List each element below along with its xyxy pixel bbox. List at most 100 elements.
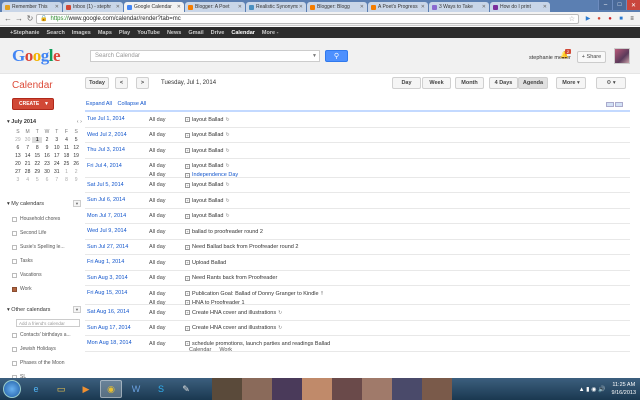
mini-calendar-day[interactable]: 29 [32, 169, 42, 175]
gbar-item[interactable]: Gmail [188, 30, 203, 36]
browser-tab[interactable]: How do I print ✕ [490, 2, 550, 12]
expand-event-icon[interactable]: + [185, 291, 190, 296]
mini-calendar-day[interactable]: 15 [32, 153, 42, 159]
mini-calendar-day[interactable]: 20 [13, 161, 23, 167]
mini-calendar-day[interactable]: 29 [13, 137, 23, 143]
gbar-item[interactable]: News [167, 30, 181, 36]
thumbnail[interactable] [332, 378, 362, 400]
agenda-date[interactable]: Thu Jul 3, 2014 [87, 147, 125, 153]
other-calendars-options-chevron-icon[interactable]: ▼ [73, 306, 81, 313]
calendar-list-item[interactable]: Susie's Spelling le... [12, 244, 65, 250]
thumbnail[interactable] [272, 378, 302, 400]
agenda-event[interactable]: All day + layout Ballad ↻ [149, 212, 619, 221]
calendar-color-checkbox[interactable] [12, 216, 17, 222]
internet-explorer-icon[interactable]: e [25, 380, 47, 398]
calendar-color-checkbox[interactable] [12, 258, 17, 264]
skype-icon[interactable]: S [150, 380, 172, 398]
agenda-date[interactable]: Mon Jul 7, 2014 [87, 213, 126, 219]
thumbnail[interactable] [392, 378, 422, 400]
expand-event-icon[interactable]: + [185, 229, 190, 234]
mini-calendar-day[interactable]: 11 [62, 145, 72, 151]
event-name[interactable]: ballad to proofreader round 2 [192, 229, 263, 235]
agenda-event[interactable]: All day + layout Ballad ↻ [149, 196, 619, 205]
my-calendars-header[interactable]: ▾ My calendars [7, 201, 44, 207]
agenda-date[interactable]: Sun Aug 3, 2014 [87, 275, 128, 281]
mini-calendar-day[interactable]: 30 [42, 169, 52, 175]
mini-calendar-day[interactable]: 3 [52, 137, 62, 143]
file-explorer-icon[interactable]: ▭ [50, 380, 72, 398]
google-logo[interactable]: Google [12, 46, 61, 66]
thumbnail[interactable] [242, 378, 272, 400]
event-name[interactable]: layout Ballad [192, 163, 224, 169]
agenda-event[interactable]: All day + layout Ballad ↻ [149, 131, 619, 140]
event-name[interactable]: layout Ballad [192, 198, 224, 204]
add-friend-calendar-input[interactable]: Add a friend's calendar [16, 319, 80, 327]
mini-calendar-day[interactable]: 9 [71, 177, 81, 183]
expand-event-icon[interactable]: + [185, 244, 190, 250]
expand-event-icon[interactable]: + [185, 213, 190, 219]
close-window-button[interactable]: ✕ [626, 0, 640, 10]
calendar-list-item[interactable]: Phases of the Moon [12, 360, 64, 366]
expand-event-icon[interactable]: + [185, 275, 190, 281]
collapse-triangle-icon[interactable]: ▾ [7, 119, 10, 125]
expand-event-icon[interactable]: + [185, 198, 190, 203]
bookmark-star-icon[interactable]: ☆ [569, 15, 575, 23]
mini-calendar-day[interactable]: 1 [62, 169, 72, 175]
event-name[interactable]: layout Ballad [192, 213, 224, 219]
mini-calendar-day[interactable]: 5 [32, 177, 42, 183]
mini-calendar-day[interactable]: 1 [32, 137, 43, 143]
event-name[interactable]: Create HNA cover and illustrations [192, 310, 276, 316]
agenda-date[interactable]: Fri Aug 1, 2014 [87, 259, 124, 265]
create-button[interactable]: CREATE ▼ [12, 98, 54, 110]
mini-calendar-day[interactable]: 27 [13, 169, 23, 175]
agenda-row[interactable]: Wed Jul 9, 2014 All day + ballad to proofre… [85, 224, 630, 240]
calendar-color-checkbox[interactable] [12, 272, 17, 278]
agenda-row[interactable]: Sun Aug 17, 2014 All day + Create HNA cover… [85, 321, 630, 336]
my-calendars-options-chevron-icon[interactable]: ▼ [73, 200, 81, 207]
view-button-4-days[interactable]: 4 Days [489, 77, 518, 89]
agenda-date[interactable]: Sun Jul 6, 2014 [87, 197, 125, 203]
calendar-color-checkbox[interactable] [12, 332, 17, 338]
event-name[interactable]: Upload Ballad [192, 260, 226, 266]
calendar-color-checkbox[interactable] [12, 230, 17, 236]
event-name[interactable]: layout Ballad [192, 117, 224, 123]
agenda-row[interactable]: Fri Aug 1, 2014 All day + Upload Ballad [85, 255, 630, 271]
agenda-date[interactable]: Wed Jul 2, 2014 [87, 132, 127, 138]
word-icon[interactable]: W [125, 380, 147, 398]
agenda-event[interactable]: All day + layout Ballad ↻ [149, 146, 619, 155]
gbar-item[interactable]: Search [47, 30, 65, 36]
agenda-event[interactable]: All day + Create HNA cover and illustratio… [149, 324, 619, 333]
close-icon[interactable]: ✕ [299, 4, 303, 10]
agenda-event[interactable]: All day + Upload Ballad [149, 258, 619, 267]
mini-calendar-day[interactable]: 4 [62, 137, 72, 143]
mini-calendar-day[interactable]: 8 [62, 177, 72, 183]
agenda-row[interactable]: Tue Jul 1, 2014 All day + layout Ballad ↻ [85, 112, 630, 128]
calendar-color-checkbox[interactable] [12, 346, 17, 352]
mini-calendar-day[interactable]: 7 [23, 145, 33, 151]
minimize-button[interactable]: – [598, 0, 612, 10]
mini-calendar-day[interactable]: 8 [32, 145, 42, 151]
agenda-date[interactable]: Sat Aug 16, 2014 [87, 309, 129, 315]
mini-calendar-day[interactable]: 28 [23, 169, 33, 175]
reload-icon[interactable]: ↻ [25, 14, 35, 24]
browser-tab[interactable]: Google Calendar ✕ [124, 2, 184, 12]
agenda-event[interactable]: All day + layout Ballad ↻ [149, 115, 619, 124]
calendar-list-item[interactable]: Contacts' birthdays a... [12, 332, 71, 338]
mini-calendar-day[interactable]: 18 [62, 153, 72, 159]
agenda-event[interactable]: All day + layout Ballad ↻ [149, 181, 619, 190]
thumbnail[interactable] [422, 378, 452, 400]
agenda-row[interactable]: Sat Jul 5, 2014 All day + layout Ballad ↻ [85, 178, 630, 193]
search-options-chevron-icon[interactable]: ▼ [312, 53, 317, 59]
expand-event-icon[interactable]: + [185, 117, 190, 122]
mini-calendar-day[interactable]: 17 [52, 153, 62, 159]
browser-tab[interactable]: Remember This ✕ [2, 2, 62, 12]
event-name[interactable]: Need Ballad back from Proofreader round … [192, 244, 298, 250]
gbar-item[interactable]: More - [262, 30, 279, 36]
search-input[interactable]: Search Calendar [90, 50, 320, 62]
event-name[interactable]: Create HNA cover and illustrations [192, 325, 276, 331]
today-button[interactable]: Today [85, 77, 109, 89]
calendar-list-item[interactable]: Tasks [12, 258, 33, 264]
calendar-list-item[interactable]: Jewish Holidays [12, 346, 56, 352]
menu-icon[interactable]: ≡ [627, 14, 637, 24]
calendar-color-checkbox[interactable] [12, 360, 17, 366]
